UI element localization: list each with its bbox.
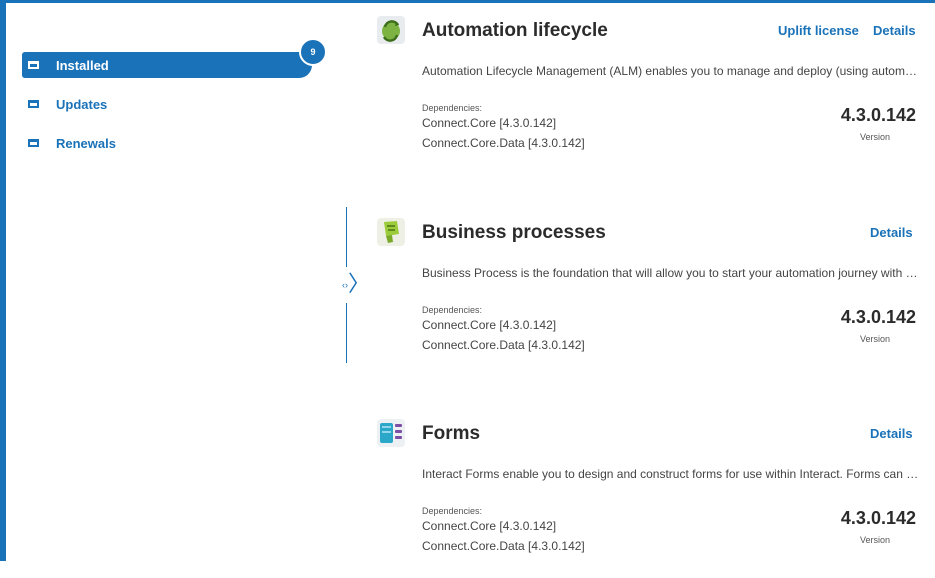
forms-icon — [377, 419, 405, 447]
version-number: 4.3.0.142 — [840, 105, 916, 125]
app-title: Automation lifecycle — [422, 20, 608, 41]
panel-divider — [346, 303, 347, 363]
window-frame-left — [0, 0, 6, 561]
version-label: Version — [859, 535, 890, 545]
uplift-license-link[interactable]: Uplift license — [778, 23, 859, 38]
dependency-item: Connect.Core.Data [4.3.0.142] — [422, 338, 585, 352]
version-number: 4.3.0.142 — [840, 307, 916, 327]
chevron-right-icon: 〉 — [348, 271, 371, 296]
sidebar-item-installed[interactable]: Installed — [22, 52, 312, 78]
app-card-forms: Forms Details Interact Forms enable you … — [376, 418, 926, 578]
sidebar-item-label: Updates — [56, 96, 108, 112]
sidebar-item-label: Installed — [56, 57, 109, 73]
details-link[interactable]: Details — [870, 225, 913, 240]
dependencies-label: Dependencies: — [422, 506, 483, 516]
panel-divider — [346, 207, 347, 267]
business-processes-icon — [377, 218, 405, 246]
dependency-item: Connect.Core [4.3.0.142] — [422, 318, 557, 332]
collapse-panel-button[interactable]: ‹› 〉 — [338, 270, 370, 300]
dependencies-label: Dependencies: — [422, 305, 483, 315]
app-title: Forms — [422, 423, 481, 444]
app-description: Automation Lifecycle Management (ALM) en… — [422, 64, 922, 78]
dependency-item: Connect.Core.Data [4.3.0.142] — [422, 539, 585, 553]
dependency-item: Connect.Core.Data [4.3.0.142] — [422, 136, 585, 150]
version-label: Version — [859, 334, 890, 344]
sidebar-item-updates[interactable]: Updates — [22, 91, 107, 117]
app-card-automation-lifecycle: Automation lifecycle Uplift license Deta… — [376, 15, 926, 175]
app-title: Business processes — [422, 222, 606, 243]
app-card-business-processes: Business processes Details Business Proc… — [376, 217, 926, 377]
app-description: Interact Forms enable you to design and … — [422, 467, 922, 481]
folder-icon — [28, 139, 39, 147]
installed-count-badge: 9 — [299, 38, 327, 66]
version-label: Version — [859, 132, 890, 142]
details-link[interactable]: Details — [873, 23, 916, 38]
folder-icon — [28, 100, 39, 108]
dependency-item: Connect.Core [4.3.0.142] — [422, 519, 557, 533]
window-frame-top — [0, 0, 935, 3]
dependencies-label: Dependencies: — [422, 103, 483, 113]
sidebar-item-renewals[interactable]: Renewals — [22, 130, 116, 156]
app-description: Business Process is the foundation that … — [422, 266, 922, 280]
automation-lifecycle-icon — [377, 16, 405, 44]
details-link[interactable]: Details — [870, 426, 913, 441]
sidebar-item-label: Renewals — [56, 135, 116, 151]
dependency-item: Connect.Core [4.3.0.142] — [422, 116, 557, 130]
folder-icon — [28, 61, 39, 69]
version-number: 4.3.0.142 — [840, 508, 916, 528]
